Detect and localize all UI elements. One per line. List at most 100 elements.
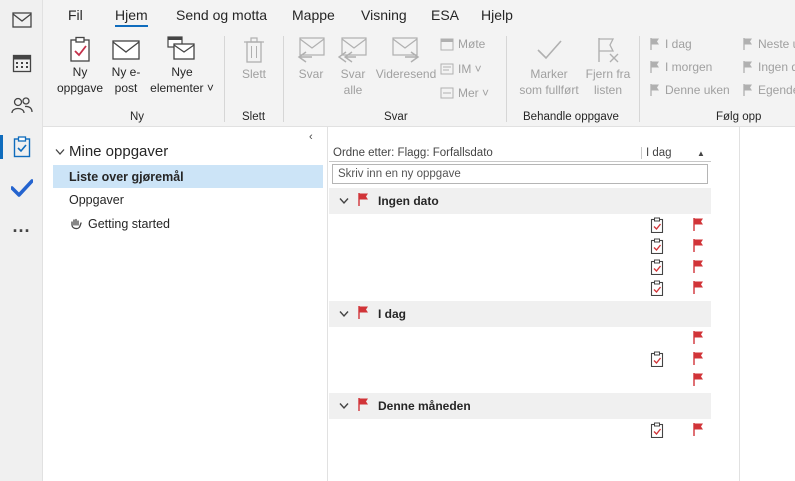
ribbon-tabs: Fil Hjem Send og motta Mappe Visning ESA… [43,0,795,32]
folder-tasks[interactable]: Oppgaver [53,188,323,211]
group-label-manage: Behandle oppgave [523,111,619,123]
flag-icon [693,423,703,436]
chevron-down-icon [339,311,349,318]
task-flag-button[interactable] [692,259,705,277]
task-group-label: Denne måneden [378,399,471,413]
flag-icon [693,331,703,344]
task-group-header[interactable]: I dag [329,301,711,327]
flag-icon [650,84,659,96]
task-clipboard-icon [650,238,664,255]
tab-fil[interactable]: Fil [68,7,83,23]
tasks-icon [13,136,30,158]
task-type-cell [650,259,664,278]
flag-icon [743,84,752,96]
task-flag-button[interactable] [692,238,705,256]
ribbon-separator [224,36,225,122]
sort-arrow-icon: ▲ [697,149,705,158]
more-icon: ... [12,215,31,236]
remove-from-list-button[interactable]: Fjern fra listen [584,36,632,98]
more-apps-button[interactable]: ... [0,210,43,250]
flag-icon [693,352,703,365]
calendar-nav-button[interactable] [0,43,43,83]
flag-icon [358,306,368,319]
flag-today-button[interactable]: I dag [649,37,692,51]
tasks-nav-button[interactable] [0,127,43,167]
collapse-pane-button[interactable]: ‹ [309,131,313,143]
meeting-button[interactable]: Møte [440,37,485,51]
new-email-button[interactable]: Ny e- post [106,36,146,96]
my-tasks-header[interactable]: Mine oppgaver [55,143,168,160]
ribbon-separator [506,36,507,122]
task-flag-button[interactable] [692,351,705,369]
task-type-cell [650,238,664,257]
forward-button[interactable]: Videresend [374,36,438,82]
chevron-down-icon [55,148,65,155]
task-clipboard-icon [650,280,664,297]
sort-by-label[interactable]: Ordne etter: Flagg: Forfallsdato [333,147,493,159]
task-flag-button[interactable] [692,217,705,235]
app-bar: ... [0,0,43,481]
new-task-button[interactable]: Ny oppgave [55,36,105,96]
new-items-button[interactable]: Nye elementer ˅ [147,36,217,96]
reply-button[interactable]: Svar [291,36,331,82]
task-group-header[interactable]: Ingen dato [329,188,711,214]
task-group-header[interactable]: Denne måneden [329,393,711,419]
chevron-down-icon [339,403,349,410]
group-label-respond: Svar [384,111,408,123]
folder-getting-started[interactable]: Getting started [53,212,323,235]
task-row[interactable] [329,257,711,278]
task-row[interactable] [329,328,711,349]
tab-visning[interactable]: Visning [361,7,407,23]
tab-hjem[interactable]: Hjem [115,7,148,27]
tab-send-og-motta[interactable]: Send og motta [176,7,267,23]
task-flag-button[interactable] [692,372,705,390]
task-row[interactable] [329,349,711,370]
tab-hjelp[interactable]: Hjelp [481,7,513,23]
delete-button[interactable]: Slett [235,36,273,82]
task-clipboard-icon [650,351,664,368]
flag-icon [358,398,368,411]
flag-this-week-button[interactable]: Denne uken [649,83,730,97]
tab-mappe[interactable]: Mappe [292,7,335,23]
sort-column-today[interactable]: I dag [641,147,672,159]
people-nav-button[interactable] [0,85,43,125]
mark-complete-button[interactable]: Marker som fullført [515,36,583,98]
flag-icon [693,281,703,294]
task-flag-button[interactable] [692,422,705,440]
task-type-cell [650,217,664,236]
mail-icon [112,40,140,60]
mail-nav-button[interactable] [0,0,43,40]
flag-icon [693,218,703,231]
task-group-label: Ingen dato [378,194,439,208]
todo-check-icon [10,179,33,197]
more-respond-icon [440,87,454,99]
task-clipboard-icon [650,259,664,276]
flag-custom-button[interactable]: Egendef [742,83,795,97]
more-respond-button[interactable]: Mer ˅ [440,86,489,100]
todo-nav-button[interactable] [0,168,43,208]
group-label-delete: Slett [242,111,266,123]
sort-bar[interactable]: Ordne etter: Flagg: Forfallsdato I dag ▲ [329,147,711,162]
task-flag-button[interactable] [692,280,705,298]
flag-next-week-button[interactable]: Neste u [742,37,795,51]
task-row[interactable] [329,236,711,257]
tab-esa[interactable]: ESA [431,7,459,23]
task-flag-button[interactable] [692,330,705,348]
new-items-icon [167,36,195,60]
reply-all-button[interactable]: Svar alle [334,36,372,98]
flag-icon [650,61,659,73]
im-icon [440,63,454,75]
folder-pane: ‹ Mine oppgaver Liste over gjøremål Oppg… [43,127,328,481]
task-type-cell [650,351,664,370]
im-button[interactable]: IM ˅ [440,62,482,76]
task-row[interactable] [329,370,711,391]
new-task-input[interactable]: Skriv inn en ny oppgave [332,164,708,184]
task-row[interactable] [329,215,711,236]
folder-todo-list[interactable]: Liste over gjøremål [53,165,323,188]
chevron-down-icon [339,198,349,205]
flag-tomorrow-button[interactable]: I morgen [649,60,712,74]
reading-pane [711,127,795,481]
task-row[interactable] [329,278,711,299]
task-row[interactable] [329,420,711,441]
flag-no-date-button[interactable]: Ingen d [742,60,795,74]
